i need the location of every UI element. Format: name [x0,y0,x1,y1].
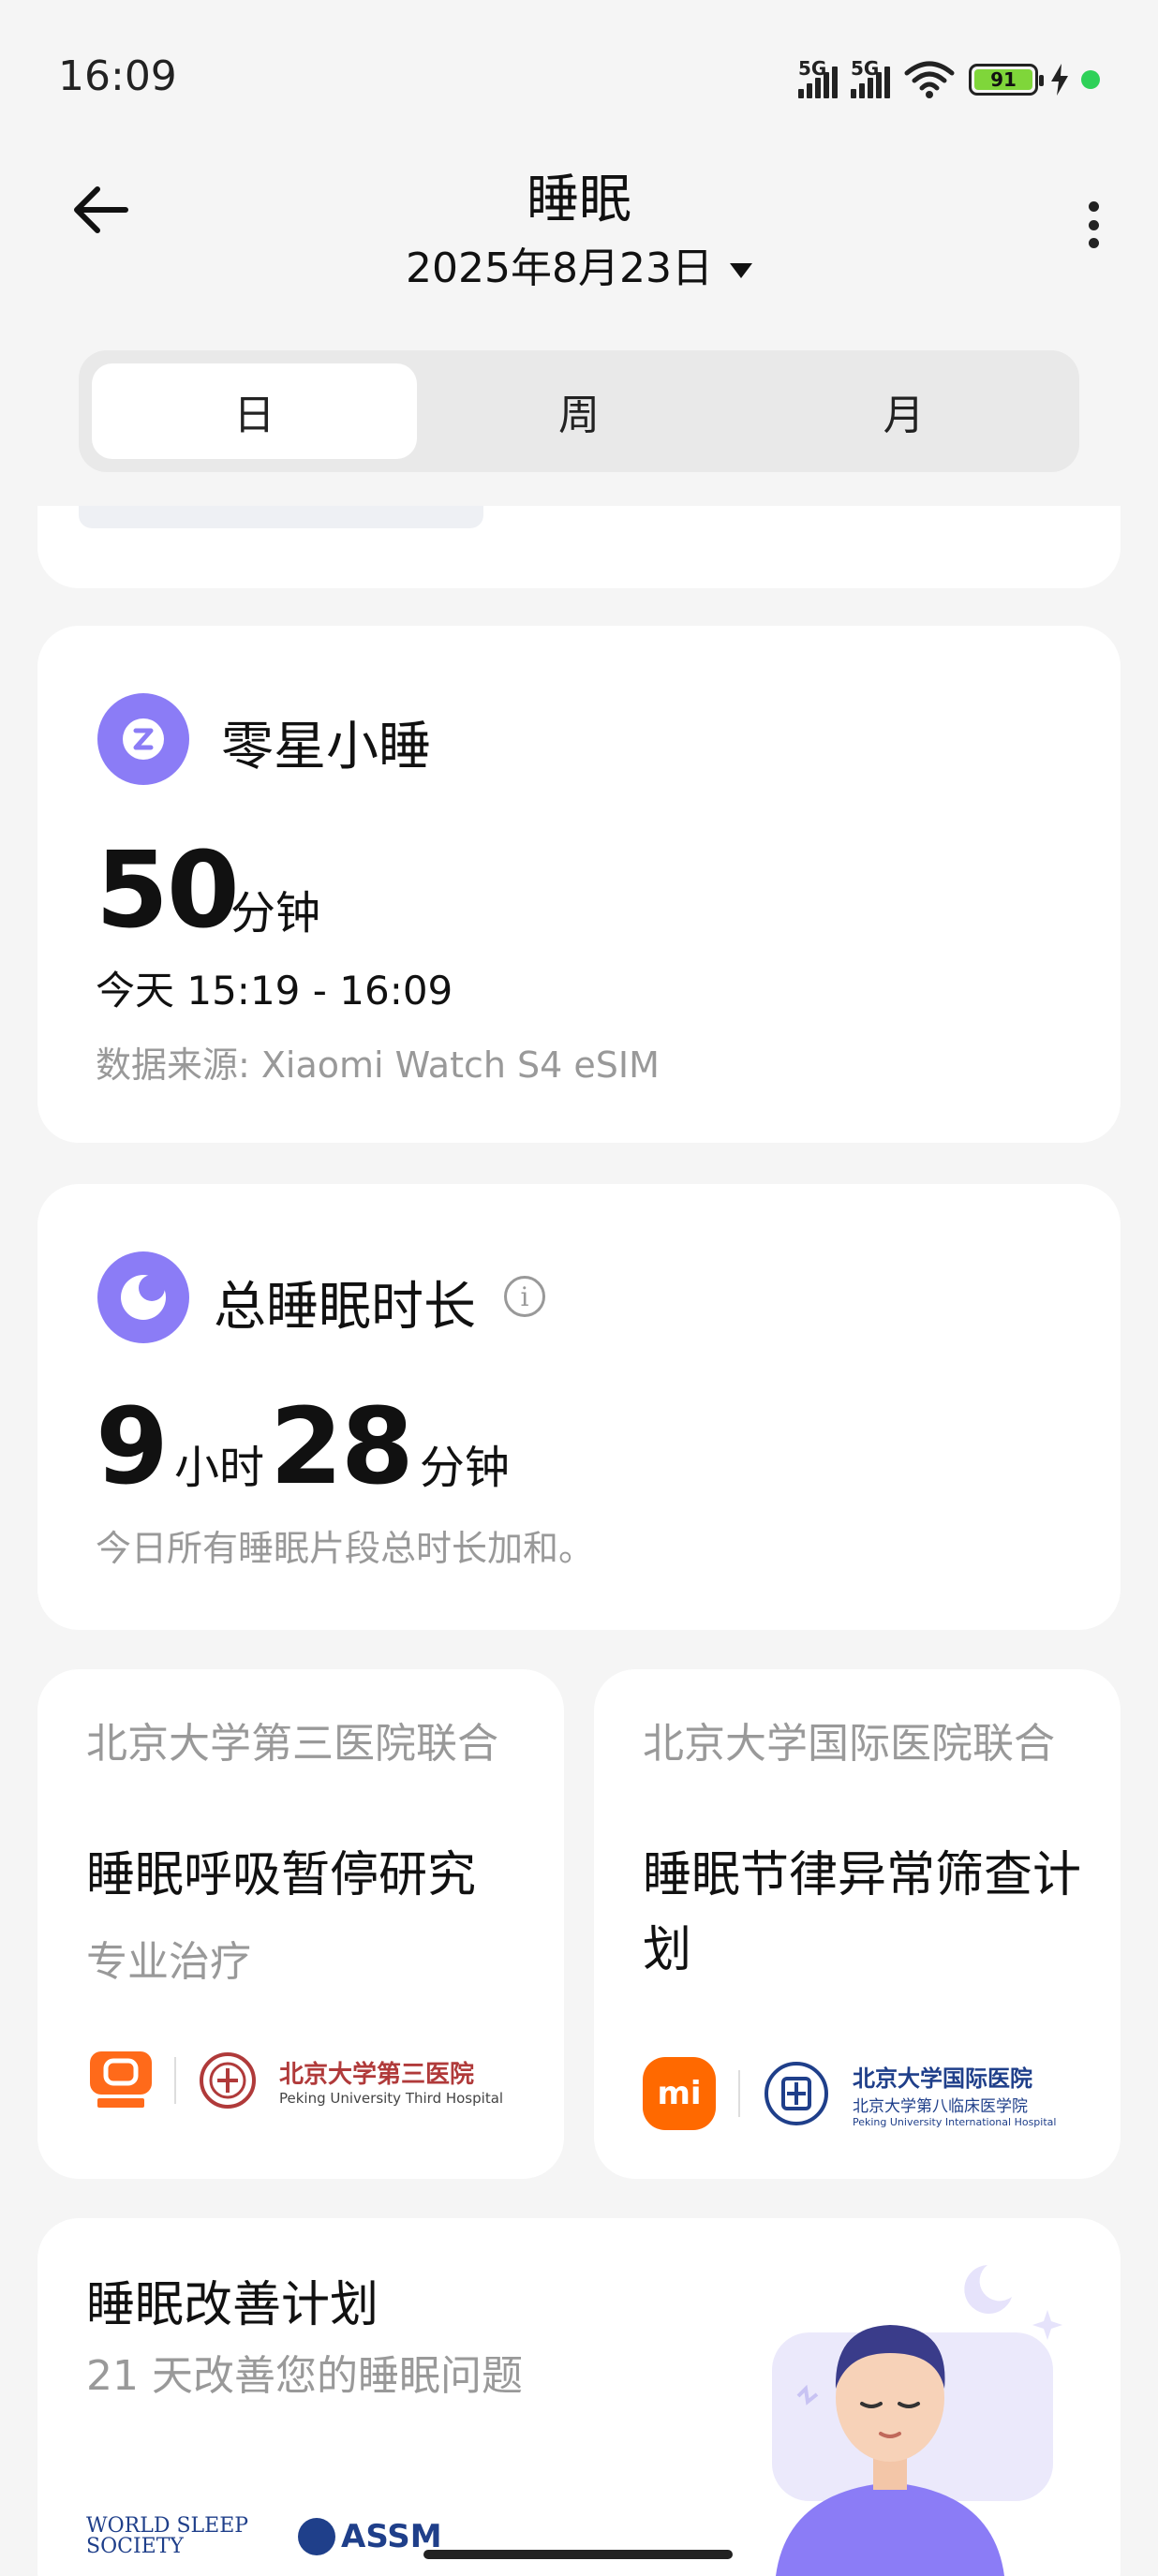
assm-logo: ASSM [298,2518,442,2555]
total-sleep-description: 今日所有睡眠片段总时长加和。 [96,1528,595,1569]
health-research-app-logo [90,2051,152,2108]
hospital-emblem-icon [765,2062,828,2125]
study-institution: 北京大学第三医院联合 [86,1720,498,1768]
hospital-name-line2: 北京大学第八临床医学院 [853,2096,1028,2116]
hospital-emblem-icon [200,2052,256,2109]
moon-z-icon [97,693,189,785]
tab-week[interactable]: 周 [417,363,742,459]
signal-icon: 5G [798,57,838,98]
signal-label: 5G [851,57,880,80]
nap-time-range: 今天 15:19 - 16:09 [96,968,453,1014]
total-hours: 9 [96,1386,169,1508]
study-tag: 专业治疗 [86,1938,251,1986]
more-vertical-icon[interactable] [1077,192,1109,258]
total-sleep-value: 9 小时 28 分钟 [96,1386,515,1508]
hospital-name-en: Peking University International Hospital [853,2115,1057,2128]
study-card-apnea[interactable]: 北京大学第三医院联合 睡眠呼吸暂停研究 专业治疗 北京大学第三医院 Peking… [37,1669,564,2179]
sleeping-person-illustration [772,2265,1062,2576]
battery-icon: 91 [969,64,1044,96]
hospital-name-block: 北京大学国际医院 北京大学第八临床医学院 Peking University I… [853,2060,1056,2128]
nap-duration-value: 50 [96,830,240,952]
status-icons: 5G 5G 91 [798,57,1100,101]
study-title: 睡眠节律异常筛查计划 [643,1847,1082,1978]
nap-data-source: 数据来源: Xiaomi Watch S4 eSIM [96,1044,660,1086]
wifi-icon [904,61,955,98]
status-time: 16:09 [58,52,177,100]
plan-title: 睡眠改善计划 [86,2277,379,2333]
plan-subtitle: 21 天改善您的睡眠问题 [86,2352,523,2400]
study-logos: 北京大学第三医院 Peking University Third Hospita… [90,2051,503,2110]
minutes-unit: 分钟 [419,1442,510,1494]
world-sleep-society-logo: WORLD SLEEP SOCIETY [86,2514,249,2558]
total-minutes: 28 [269,1386,414,1508]
battery-level: 91 [974,68,1032,91]
hospital-name-block: 北京大学第三医院 Peking University Third Hospita… [279,2055,503,2107]
period-tabs: 日 周 月 [79,350,1079,472]
partner-logos: WORLD SLEEP SOCIETY ASSM [86,2516,442,2557]
total-sleep-title: 总睡眠时长 [214,1277,476,1338]
signal-label: 5G [798,57,827,80]
signal-icon: 5G [851,57,890,98]
crescent-moon-icon [97,1251,189,1343]
study-card-rhythm[interactable]: 北京大学国际医院联合 睡眠节律异常筛查计划 mi 北京大学国际医院 北京大学第八… [594,1669,1121,2179]
previous-card-strip [79,506,483,528]
tab-day[interactable]: 日 [92,363,417,459]
mi-logo: mi [643,2057,716,2130]
study-institution: 北京大学国际医院联合 [643,1720,1055,1768]
hospital-name: 北京大学国际医院 [853,2064,1032,2092]
logo-divider [738,2070,740,2117]
study-logos: mi 北京大学国际医院 北京大学第八临床医学院 Peking Universit… [643,2057,1056,2130]
caret-down-icon [729,263,752,278]
date-label: 2025年8月23日 [406,244,713,292]
study-title: 睡眠呼吸暂停研究 [86,1847,477,1903]
privacy-indicator-dot [1081,70,1100,89]
hospital-name-en: Peking University Third Hospital [279,2089,504,2107]
hospital-name: 北京大学第三医院 [279,2060,475,2089]
assm-emblem-icon [298,2518,335,2555]
nap-title: 零星小睡 [221,717,431,777]
charging-bolt-icon [1051,64,1068,96]
nap-duration-unit: 分钟 [230,887,321,940]
logo-divider [174,2057,176,2104]
info-icon[interactable]: i [504,1276,545,1317]
hours-unit: 小时 [173,1442,264,1494]
home-indicator[interactable] [423,2550,733,2559]
tab-month[interactable]: 月 [741,363,1066,459]
date-picker[interactable]: 2025年8月23日 [0,234,1158,294]
page-title: 睡眠 [527,170,631,230]
